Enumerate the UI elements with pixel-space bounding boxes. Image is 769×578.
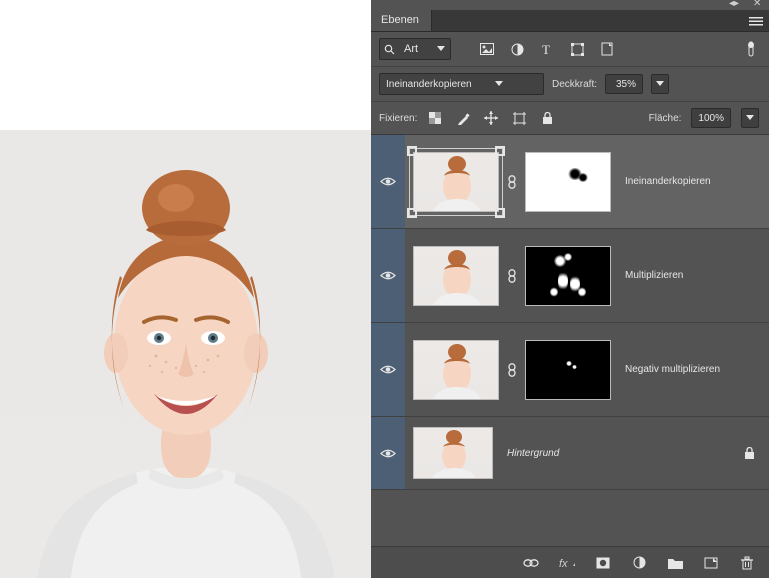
lock-position-icon[interactable] xyxy=(483,110,499,126)
blend-opacity-toolbar: Ineinanderkopieren Deckkraft: 35% xyxy=(371,67,769,102)
link-icon xyxy=(507,269,517,283)
layer-name[interactable]: Ineinanderkopieren xyxy=(619,176,711,187)
panel-titlebar: ◂▸ ✕ xyxy=(371,0,769,10)
svg-text:◂▸: ◂▸ xyxy=(729,0,739,8)
new-group-button[interactable] xyxy=(667,555,683,571)
link-layers-button[interactable] xyxy=(523,555,539,571)
layer-row[interactable]: Hintergrund xyxy=(371,417,769,490)
new-adjustment-button[interactable] xyxy=(631,555,647,571)
photo xyxy=(0,130,371,578)
layer-list: Ineinanderkopieren Multi xyxy=(371,135,769,546)
layer-mask-thumbnail[interactable] xyxy=(525,246,611,306)
svg-text:✕: ✕ xyxy=(753,0,761,8)
fill-slider-button[interactable] xyxy=(741,108,759,128)
filter-smartobject-icon[interactable] xyxy=(599,41,615,57)
layer-mask-thumbnail[interactable] xyxy=(525,152,611,212)
opacity-label: Deckkraft: xyxy=(552,79,597,90)
layer-thumbnail[interactable] xyxy=(413,246,499,306)
filter-adjustment-icon[interactable] xyxy=(509,41,525,57)
lock-all-icon[interactable] xyxy=(539,110,555,126)
layer-thumbs xyxy=(405,142,619,222)
layer-thumbs xyxy=(405,330,619,410)
filter-label: Art xyxy=(398,43,432,55)
eye-icon xyxy=(380,270,396,281)
opacity-value[interactable]: 35% xyxy=(605,74,643,94)
layer-thumbnail[interactable] xyxy=(413,427,493,479)
layer-thumbs xyxy=(405,417,501,489)
layer-name[interactable]: Hintergrund xyxy=(501,448,559,459)
layer-row[interactable]: Ineinanderkopieren xyxy=(371,135,769,229)
layer-thumbnail[interactable] xyxy=(413,340,499,400)
lock-fill-toolbar: Fixieren: Fläche: 100% xyxy=(371,102,769,135)
panel-menu-button[interactable] xyxy=(749,16,763,26)
svg-text:fx: fx xyxy=(559,558,568,569)
layer-thumbs xyxy=(405,236,619,316)
eye-icon xyxy=(380,448,396,459)
lock-artboard-icon[interactable] xyxy=(511,110,527,126)
filter-icons: T xyxy=(479,41,615,57)
lock-pixels-icon[interactable] xyxy=(455,110,471,126)
visibility-toggle[interactable] xyxy=(371,417,405,489)
layer-name[interactable]: Multiplizieren xyxy=(619,270,683,281)
opacity-slider-button[interactable] xyxy=(651,74,669,94)
visibility-toggle[interactable] xyxy=(371,229,405,322)
layer-row[interactable]: Multiplizieren xyxy=(371,229,769,323)
fill-value[interactable]: 100% xyxy=(691,108,731,128)
panel-bottom-bar: fx xyxy=(371,546,769,578)
panel-window-controls[interactable]: ◂▸ ✕ xyxy=(729,0,763,8)
canvas-area xyxy=(0,0,371,578)
add-mask-button[interactable] xyxy=(595,555,611,571)
fx-button[interactable]: fx xyxy=(559,555,575,571)
chevron-down-icon xyxy=(490,81,508,87)
svg-text:T: T xyxy=(542,43,550,55)
layer-filter-select[interactable]: Art xyxy=(379,38,451,60)
portrait-illustration xyxy=(6,138,366,578)
tab-label: Ebenen xyxy=(381,14,419,26)
tab-layers[interactable]: Ebenen xyxy=(371,10,432,31)
filter-type-icon[interactable]: T xyxy=(539,41,555,57)
eye-icon xyxy=(380,364,396,375)
layer-row[interactable]: Negativ multiplizieren xyxy=(371,323,769,417)
visibility-toggle[interactable] xyxy=(371,135,405,228)
panel-tab-row: Ebenen xyxy=(371,10,769,32)
lock-icon[interactable] xyxy=(744,447,755,460)
layer-name[interactable]: Negativ multiplizieren xyxy=(619,364,720,375)
fill-label: Fläche: xyxy=(649,113,682,124)
filter-pixel-icon[interactable] xyxy=(479,41,495,57)
blend-mode-select[interactable]: Ineinanderkopieren xyxy=(379,73,544,95)
new-layer-button[interactable] xyxy=(703,555,719,571)
visibility-toggle[interactable] xyxy=(371,323,405,416)
search-icon xyxy=(380,41,398,57)
chevron-down-icon xyxy=(432,46,450,52)
lock-icons xyxy=(427,110,555,126)
lock-transparency-icon[interactable] xyxy=(427,110,443,126)
link-icon xyxy=(507,175,517,189)
eye-icon xyxy=(380,176,396,187)
layer-mask-thumbnail[interactable] xyxy=(525,340,611,400)
layer-filter-toolbar: Art T xyxy=(371,32,769,67)
link-icon xyxy=(507,363,517,377)
layers-panel: ◂▸ ✕ Ebenen Art T xyxy=(371,0,769,578)
filter-shape-icon[interactable] xyxy=(569,41,585,57)
delete-layer-button[interactable] xyxy=(739,555,755,571)
blend-mode-label: Ineinanderkopieren xyxy=(380,79,490,90)
filter-toggle-switch[interactable] xyxy=(743,41,759,57)
layer-thumbnail[interactable] xyxy=(413,152,499,212)
lock-label: Fixieren: xyxy=(379,113,417,124)
